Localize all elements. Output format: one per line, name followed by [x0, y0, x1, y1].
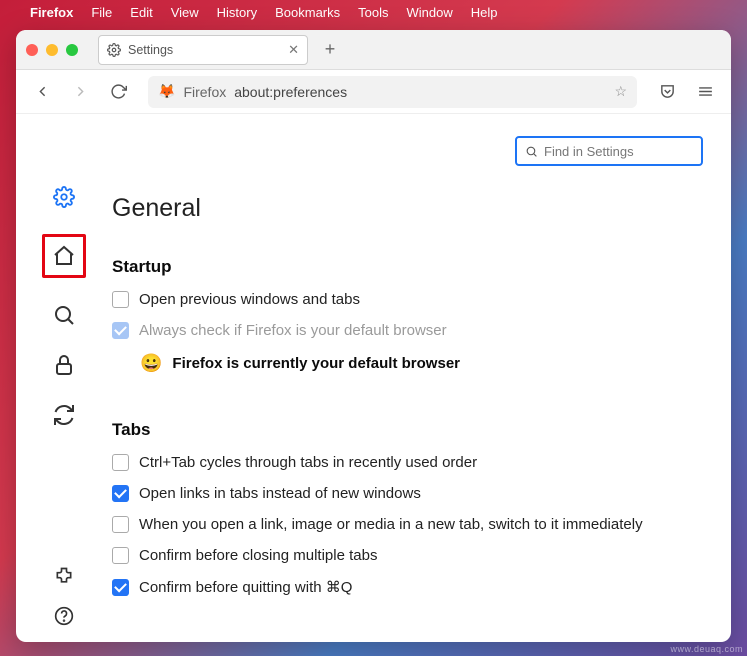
- close-window-button[interactable]: [26, 44, 38, 56]
- menubar-window[interactable]: Window: [407, 5, 453, 20]
- option-switch-immediately[interactable]: When you open a link, image or media in …: [112, 516, 711, 533]
- option-label: When you open a link, image or media in …: [139, 516, 643, 533]
- option-ctrl-tab[interactable]: Ctrl+Tab cycles through tabs in recently…: [112, 454, 711, 471]
- settings-content: Find in Settings General Startup Open pr…: [16, 114, 731, 642]
- browser-tab-settings[interactable]: Settings ✕: [98, 35, 308, 65]
- option-open-links-tabs[interactable]: Open links in tabs instead of new window…: [112, 485, 711, 502]
- sidebar-item-sync[interactable]: [51, 402, 77, 428]
- option-label: Open links in tabs instead of new window…: [139, 485, 421, 502]
- option-label: Open previous windows and tabs: [139, 291, 360, 308]
- option-label: Confirm before quitting with ⌘Q: [139, 578, 352, 596]
- tabs-heading: Tabs: [112, 420, 711, 440]
- sidebar-item-privacy[interactable]: [51, 352, 77, 378]
- checkbox-checked-disabled: [112, 322, 129, 339]
- minimize-window-button[interactable]: [46, 44, 58, 56]
- url-context: Firefox: [183, 84, 226, 100]
- menubar-bookmarks[interactable]: Bookmarks: [275, 5, 340, 20]
- option-confirm-quit[interactable]: Confirm before quitting with ⌘Q: [112, 578, 711, 596]
- browser-window: Settings ✕ + 🦊 Firefox about:preferences…: [16, 30, 731, 642]
- menubar-history[interactable]: History: [217, 5, 257, 20]
- sidebar-item-extensions[interactable]: [54, 566, 74, 586]
- option-confirm-close[interactable]: Confirm before closing multiple tabs: [112, 547, 711, 564]
- app-menu-button[interactable]: [691, 78, 719, 106]
- settings-main-panel: Find in Settings General Startup Open pr…: [112, 114, 731, 642]
- sidebar-item-search[interactable]: [51, 302, 77, 328]
- checkbox-unchecked[interactable]: [112, 454, 129, 471]
- macos-menubar: Firefox File Edit View History Bookmarks…: [0, 0, 747, 24]
- checkbox-checked[interactable]: [112, 579, 129, 596]
- option-label: Always check if Firefox is your default …: [139, 322, 447, 339]
- option-label: Ctrl+Tab cycles through tabs in recently…: [139, 454, 477, 471]
- find-in-settings-input[interactable]: Find in Settings: [515, 136, 703, 166]
- firefox-icon: 🦊: [158, 83, 175, 100]
- forward-button[interactable]: [66, 78, 94, 106]
- bookmark-star-icon[interactable]: ☆: [614, 83, 627, 100]
- checkbox-unchecked[interactable]: [112, 547, 129, 564]
- search-placeholder: Find in Settings: [544, 144, 634, 159]
- option-open-previous[interactable]: Open previous windows and tabs: [112, 291, 711, 308]
- menubar-edit[interactable]: Edit: [130, 5, 152, 20]
- watermark-text: www.deuaq.com: [670, 644, 743, 654]
- new-tab-button[interactable]: +: [316, 36, 344, 64]
- address-bar[interactable]: 🦊 Firefox about:preferences ☆: [148, 76, 637, 108]
- page-title: General: [112, 194, 711, 223]
- close-tab-icon[interactable]: ✕: [288, 42, 299, 58]
- menubar-view[interactable]: View: [171, 5, 199, 20]
- settings-sidebar: [16, 114, 112, 642]
- checkbox-checked[interactable]: [112, 485, 129, 502]
- back-button[interactable]: [28, 78, 56, 106]
- gear-icon: [107, 43, 121, 57]
- default-browser-status: 😀 Firefox is currently your default brow…: [140, 353, 711, 374]
- tab-strip: Settings ✕ +: [16, 30, 731, 70]
- menubar-help[interactable]: Help: [471, 5, 498, 20]
- option-label: Confirm before closing multiple tabs: [139, 547, 377, 564]
- save-to-pocket-button[interactable]: [653, 78, 681, 106]
- sidebar-item-general[interactable]: [51, 184, 77, 210]
- tab-title: Settings: [128, 43, 173, 57]
- sidebar-item-home[interactable]: [42, 234, 86, 278]
- menubar-tools[interactable]: Tools: [358, 5, 388, 20]
- maximize-window-button[interactable]: [66, 44, 78, 56]
- status-text: Firefox is currently your default browse…: [172, 355, 460, 372]
- url-text: about:preferences: [234, 84, 347, 100]
- navigation-toolbar: 🦊 Firefox about:preferences ☆: [16, 70, 731, 114]
- menubar-app-name[interactable]: Firefox: [30, 5, 73, 20]
- startup-heading: Startup: [112, 257, 711, 277]
- window-controls: [26, 44, 78, 56]
- smile-icon: 😀: [140, 353, 162, 374]
- reload-button[interactable]: [104, 78, 132, 106]
- sidebar-item-help[interactable]: [54, 606, 74, 626]
- checkbox-unchecked[interactable]: [112, 516, 129, 533]
- option-check-default: Always check if Firefox is your default …: [112, 322, 711, 339]
- menubar-file[interactable]: File: [91, 5, 112, 20]
- checkbox-unchecked[interactable]: [112, 291, 129, 308]
- search-icon: [525, 145, 538, 158]
